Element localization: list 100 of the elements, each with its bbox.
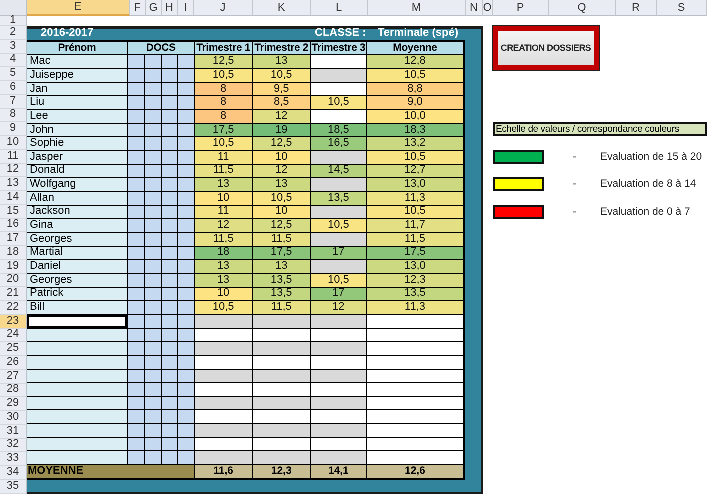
column-header[interactable]: Q: [549, 0, 616, 16]
column-header[interactable]: J: [194, 0, 253, 16]
row-number[interactable]: 6: [0, 81, 27, 95]
row-number[interactable]: 20: [0, 274, 27, 288]
footer-label: MOYENNE: [27, 465, 194, 478]
docs-cell: [162, 328, 178, 342]
docs-cell: [162, 192, 178, 205]
docs-cell: [145, 328, 161, 342]
docs-cell: [145, 274, 161, 287]
column-header[interactable]: L: [311, 0, 368, 16]
docs-cell: [162, 96, 178, 110]
row-number[interactable]: 22: [0, 301, 27, 315]
grade-cell: 12: [194, 219, 252, 232]
docs-cell: [162, 410, 178, 424]
row-number[interactable]: 13: [0, 177, 27, 191]
docs-cell: [162, 314, 178, 328]
docs-cell: [178, 178, 194, 191]
row-number[interactable]: 34: [0, 466, 27, 480]
docs-cell: [178, 410, 194, 424]
docs-cell: [145, 356, 161, 368]
average-cell: 10,5: [367, 151, 463, 164]
grade-cell: 13: [253, 260, 310, 273]
docs-cell: [145, 206, 161, 218]
column-header[interactable]: H: [162, 0, 178, 16]
name-cell: Patrick: [27, 288, 128, 300]
name-cell: Allan: [27, 192, 128, 205]
grade-cell: 11,5: [194, 232, 252, 246]
row-number[interactable]: 33: [0, 452, 27, 466]
row-number[interactable]: 15: [0, 204, 27, 218]
row-number[interactable]: 3: [0, 40, 27, 54]
name-cell: Martial: [27, 246, 128, 260]
column-header[interactable]: F: [130, 0, 146, 16]
row-number[interactable]: 4: [0, 54, 27, 68]
grade-cell: 13: [194, 274, 252, 287]
row-number[interactable]: 24: [0, 328, 27, 342]
row-number[interactable]: 16: [0, 218, 27, 232]
column-header[interactable]: P: [493, 0, 549, 16]
docs-cell: [162, 260, 178, 273]
row-number[interactable]: 35: [0, 480, 27, 494]
grade-cell: 17,5: [194, 124, 252, 136]
row-number[interactable]: 12: [0, 164, 27, 178]
column-header[interactable]: S: [657, 0, 707, 16]
name-cell: Wolfgang: [27, 178, 128, 191]
row-number[interactable]: 21: [0, 287, 27, 301]
row-number[interactable]: 7: [0, 94, 27, 108]
select-all-corner[interactable]: [0, 0, 27, 16]
row-number[interactable]: 30: [0, 411, 27, 425]
column-header[interactable]: M: [368, 0, 466, 16]
row-number[interactable]: 28: [0, 384, 27, 398]
docs-cell: [145, 383, 161, 396]
column-header[interactable]: G: [146, 0, 162, 16]
docs-cell: [145, 82, 161, 96]
docs-cell: [178, 396, 194, 410]
grade-cell: 12,5: [253, 137, 310, 150]
docs-cell: [162, 151, 178, 164]
column-header[interactable]: K: [253, 0, 311, 16]
row-number[interactable]: 25: [0, 342, 27, 356]
column-header[interactable]: I: [178, 0, 194, 16]
row-number[interactable]: 9: [0, 122, 27, 136]
row-number[interactable]: 26: [0, 356, 27, 370]
docs-cell: [162, 356, 178, 368]
row-number[interactable]: 23: [0, 314, 27, 328]
docs-cell: [162, 137, 178, 150]
column-title: Trimestre 1: [194, 42, 252, 54]
docs-cell: [128, 55, 144, 68]
name-cell: Daniel: [27, 260, 128, 273]
column-header[interactable]: N: [466, 0, 483, 16]
docs-cell: [145, 301, 161, 314]
row-number[interactable]: 11: [0, 150, 27, 164]
average-cell: 11,7: [367, 219, 463, 232]
row-number[interactable]: 18: [0, 246, 27, 260]
row-number[interactable]: 29: [0, 397, 27, 411]
docs-cell: [162, 110, 178, 123]
row-number[interactable]: 19: [0, 260, 27, 274]
average-cell: 8,8: [367, 82, 463, 96]
column-title: Moyenne: [367, 42, 463, 54]
docs-cell: [178, 383, 194, 396]
column-header[interactable]: E: [27, 0, 130, 16]
row-number[interactable]: 5: [0, 67, 27, 81]
row-number[interactable]: 27: [0, 370, 27, 384]
grade-cell: 19: [253, 124, 310, 136]
docs-cell: [128, 274, 144, 287]
row-number[interactable]: 8: [0, 108, 27, 122]
column-title: Trimestre 3: [310, 42, 366, 54]
create-folders-button[interactable]: CREATION DOSSIERS: [493, 26, 599, 70]
row-number[interactable]: 1: [0, 16, 27, 26]
column-header[interactable]: O: [483, 0, 493, 16]
name-cell: Jasper: [27, 151, 128, 164]
row-number[interactable]: 14: [0, 191, 27, 205]
name-cell: Juiseppe: [27, 69, 128, 82]
grade-cell: 12: [310, 301, 366, 314]
row-number[interactable]: 31: [0, 424, 27, 438]
docs-cell: [178, 110, 194, 123]
row-number[interactable]: 17: [0, 232, 27, 246]
row-number[interactable]: 32: [0, 438, 27, 452]
column-title: DOCS: [128, 42, 194, 54]
name-cell: Georges: [27, 274, 128, 287]
row-number[interactable]: 10: [0, 136, 27, 150]
column-header[interactable]: R: [616, 0, 657, 16]
row-number[interactable]: 2: [0, 26, 27, 40]
